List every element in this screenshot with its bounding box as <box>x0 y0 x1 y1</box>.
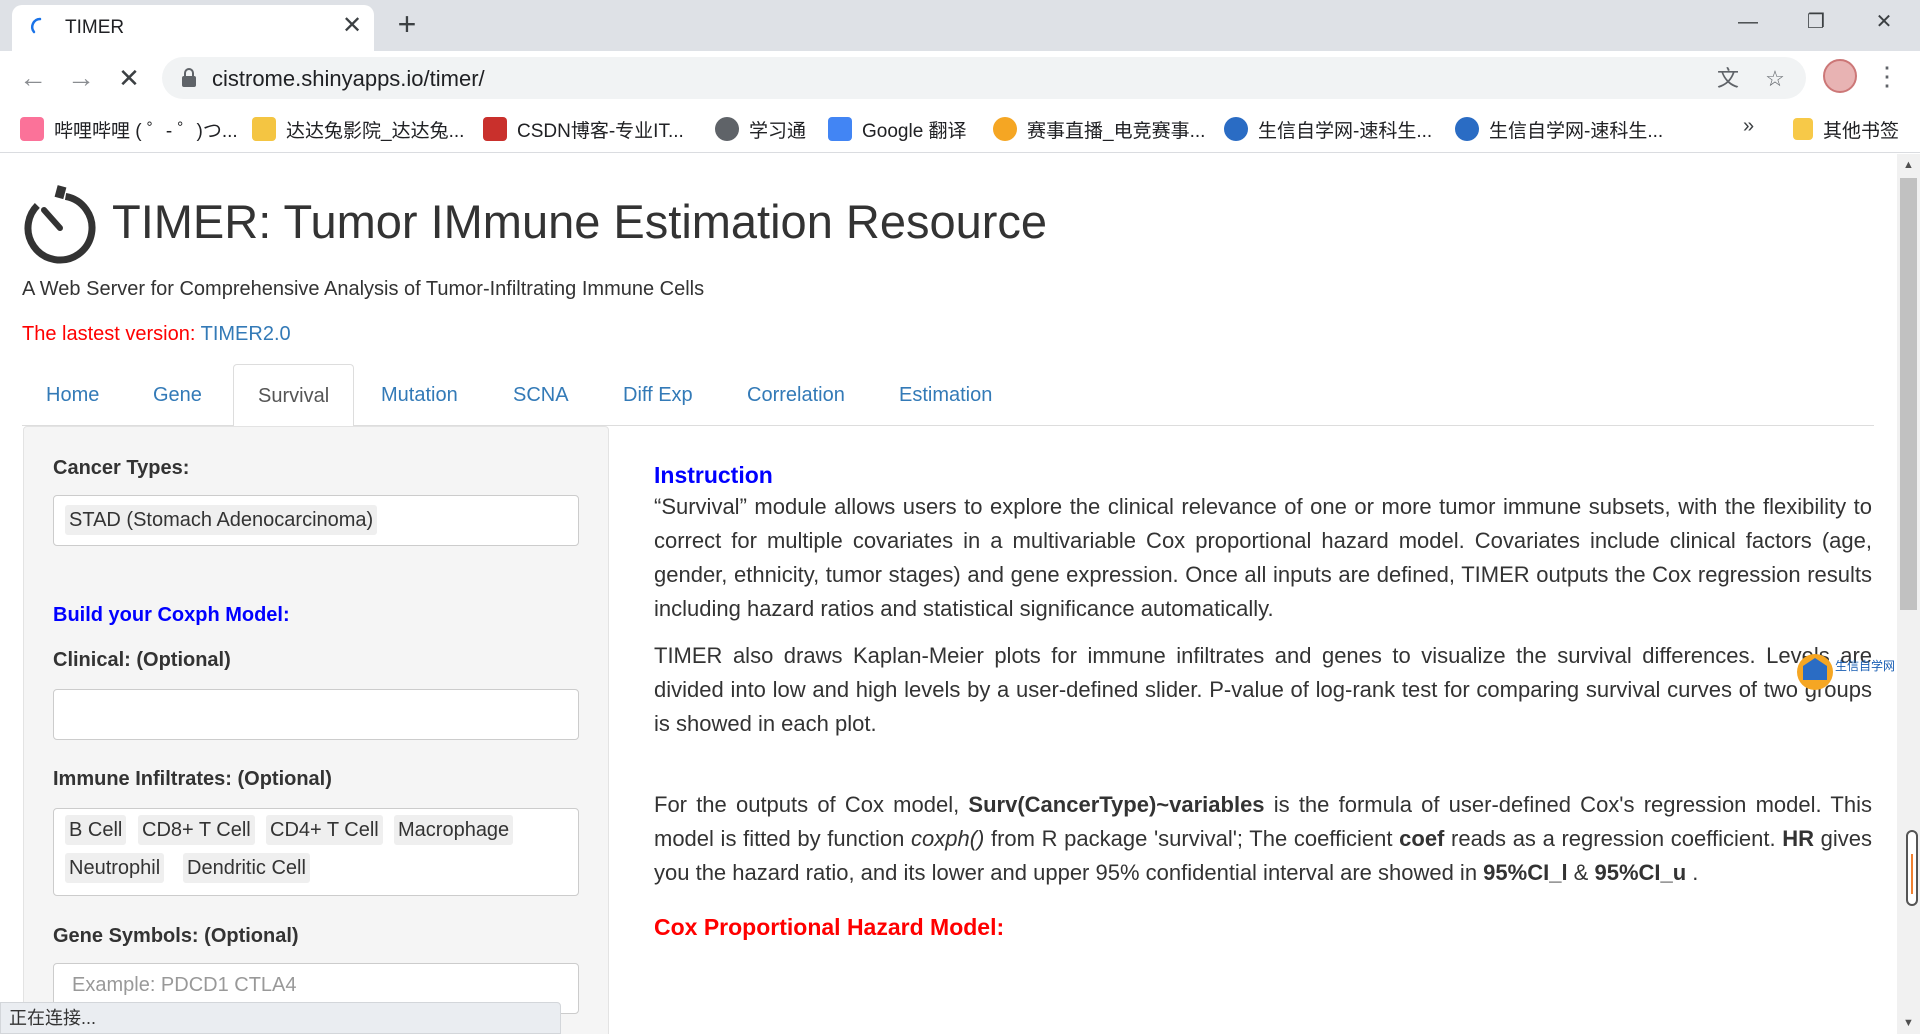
loading-spinner-icon <box>31 17 42 34</box>
immune-chip[interactable]: Dendritic Cell <box>183 853 310 883</box>
csdn-icon <box>483 117 507 141</box>
svg-text:生信自学网: 生信自学网 <box>1835 658 1895 673</box>
immune-infiltrates-label: Immune Infiltrates: (Optional) <box>53 768 332 790</box>
immune-chip[interactable]: CD8+ T Cell <box>138 815 255 845</box>
cox-model-title: Cox Proportional Hazard Model: <box>654 914 1005 940</box>
minimize-button[interactable]: — <box>1718 4 1778 40</box>
version-prefix: The lastest version: <box>22 323 201 345</box>
instruction-title: Instruction <box>654 462 773 488</box>
bookmark-label: 哔哩哔哩 ( ゜- ゜)つ... <box>54 120 238 142</box>
other-bookmarks-folder[interactable]: 其他书签 <box>1793 115 1899 143</box>
scrollbar-thumb[interactable] <box>1900 178 1917 610</box>
bookmark-item[interactable]: 生信自学网-速科生... <box>1455 115 1663 143</box>
browser-menu-icon[interactable]: ⋮ <box>1872 61 1902 95</box>
bookmark-label: 生信自学网-速科生... <box>1489 120 1664 142</box>
web-page: TIMER: Tumor IMmune Estimation Resource … <box>0 154 1897 1034</box>
bookmarks-bar: 哔哩哔哩 ( ゜- ゜)つ... 达达兔影院_达达兔... CSDN博客-专业I… <box>0 105 1920 153</box>
back-arrow-icon[interactable]: ← <box>16 61 50 95</box>
tab-estimation[interactable]: Estimation <box>875 364 1016 426</box>
address-bar[interactable]: cistrome.shinyapps.io/timer/ 文 ☆ <box>162 57 1806 99</box>
bookmark-label: 其他书签 <box>1823 120 1900 142</box>
clinical-label: Clinical: (Optional) <box>53 649 231 671</box>
browser-tab[interactable]: TIMER ✕ <box>12 5 374 51</box>
tab-correlation[interactable]: Correlation <box>723 364 869 426</box>
selected-cancer-type[interactable]: STAD (Stomach Adenocarcinoma) <box>65 505 378 535</box>
gene-symbols-placeholder: Example: PDCD1 CTLA4 <box>72 974 297 996</box>
instruction-paragraph-2: TIMER also draws Kaplan-Meier plots for … <box>654 643 1872 736</box>
close-window-button[interactable]: ✕ <box>1854 4 1914 40</box>
restore-button[interactable]: ❐ <box>1786 4 1846 40</box>
bookmark-label: CSDN博客-专业IT... <box>517 120 684 142</box>
tab-scna[interactable]: SCNA <box>489 364 593 426</box>
immune-chip[interactable]: B Cell <box>65 815 127 845</box>
tab-gene[interactable]: Gene <box>129 364 226 426</box>
folder-icon <box>1793 118 1813 140</box>
tab-survival[interactable]: Survival <box>233 364 355 427</box>
module-tabs: Home Gene Survival Mutation SCNA Diff Ex… <box>22 364 1874 427</box>
tab-home[interactable]: Home <box>22 364 123 426</box>
forward-arrow-icon[interactable]: → <box>64 61 98 95</box>
instruction-paragraph-3: For the outputs of Cox model, Surv(Cance… <box>654 792 1872 885</box>
lock-icon <box>182 68 196 87</box>
bookmark-label: 生信自学网-速科生... <box>1258 120 1433 142</box>
status-bar: 正在连接... <box>0 1002 561 1034</box>
immune-chip[interactable]: CD4+ T Cell <box>266 815 383 845</box>
fox-icon <box>993 117 1017 141</box>
timer-stopwatch-icon <box>24 185 96 264</box>
bookmark-label: 赛事直播_电竞赛事... <box>1027 120 1206 142</box>
new-tab-button[interactable]: + <box>390 8 424 42</box>
bookmark-item[interactable]: CSDN博客-专业IT... <box>483 115 684 143</box>
globe-icon <box>715 117 739 141</box>
bookmark-item[interactable]: 哔哩哔哩 ( ゜- ゜)つ... <box>20 115 238 143</box>
tab-close-icon[interactable]: ✕ <box>337 11 367 41</box>
translate-icon <box>828 117 852 141</box>
translate-page-icon[interactable]: 文 <box>1713 64 1743 94</box>
scroll-down-arrow-icon[interactable]: ▼ <box>1897 1014 1920 1032</box>
bookmark-item[interactable]: 赛事直播_电竞赛事... <box>993 115 1205 143</box>
page-subtitle: A Web Server for Comprehensive Analysis … <box>22 278 705 300</box>
biowolf-watermark-logo: 生信自学网 <box>1795 652 1895 692</box>
bookmark-label: 学习通 <box>749 120 807 142</box>
page-title: TIMER: Tumor IMmune Estimation Resource <box>112 195 1048 248</box>
tab-diff-exp[interactable]: Diff Exp <box>599 364 717 426</box>
tab-title: TIMER <box>65 17 125 38</box>
cancer-types-label: Cancer Types: <box>53 457 190 479</box>
scroll-up-arrow-icon[interactable]: ▲ <box>1897 156 1920 174</box>
bookmark-item[interactable]: 达达兔影院_达达兔... <box>252 115 464 143</box>
bookmark-item[interactable]: 学习通 <box>715 115 806 143</box>
rabbit-icon <box>252 117 276 141</box>
gene-symbols-label: Gene Symbols: (Optional) <box>53 925 299 947</box>
immune-chip[interactable]: Macrophage <box>394 815 514 845</box>
timer2-link[interactable]: TIMER2.0 <box>201 323 291 345</box>
version-notice: The lastest version: TIMER2.0 <box>22 323 291 346</box>
bookmarks-overflow-button[interactable]: » <box>1743 115 1754 138</box>
browser-toolbar: ← → ✕ cistrome.shinyapps.io/timer/ 文 ☆ ⋮ <box>0 51 1920 105</box>
bookmark-item[interactable]: 生信自学网-速科生... <box>1224 115 1432 143</box>
immune-chip[interactable]: Neutrophil <box>65 853 165 883</box>
build-model-title: Build your Coxph Model: <box>53 604 290 626</box>
immune-infiltrates-select[interactable]: B Cell CD8+ T Cell CD4+ T Cell Macrophag… <box>53 808 579 896</box>
tab-strip: TIMER ✕ + — ❐ ✕ <box>0 0 1920 51</box>
bookmark-label: 达达兔影院_达达兔... <box>286 120 465 142</box>
mouse-scroll-indicator-icon <box>1906 830 1918 906</box>
instruction-paragraph-1: “Survival” module allows users to explor… <box>654 494 1872 621</box>
bookmark-label: Google 翻译 <box>862 120 967 142</box>
bilibili-icon <box>20 117 44 141</box>
input-sidebar: Cancer Types: STAD (Stomach Adenocarcino… <box>23 426 609 1034</box>
tab-mutation[interactable]: Mutation <box>357 364 482 426</box>
biowolf-icon <box>1455 117 1479 141</box>
biowolf-icon <box>1224 117 1248 141</box>
bookmark-star-icon[interactable]: ☆ <box>1760 64 1790 94</box>
url-text[interactable]: cistrome.shinyapps.io/timer/ <box>212 66 485 92</box>
stop-loading-icon[interactable]: ✕ <box>112 61 146 95</box>
bookmark-item[interactable]: Google 翻译 <box>828 115 967 143</box>
profile-avatar[interactable] <box>1823 59 1857 93</box>
clinical-select[interactable] <box>53 689 579 740</box>
cancer-type-select[interactable]: STAD (Stomach Adenocarcinoma) <box>53 495 579 546</box>
